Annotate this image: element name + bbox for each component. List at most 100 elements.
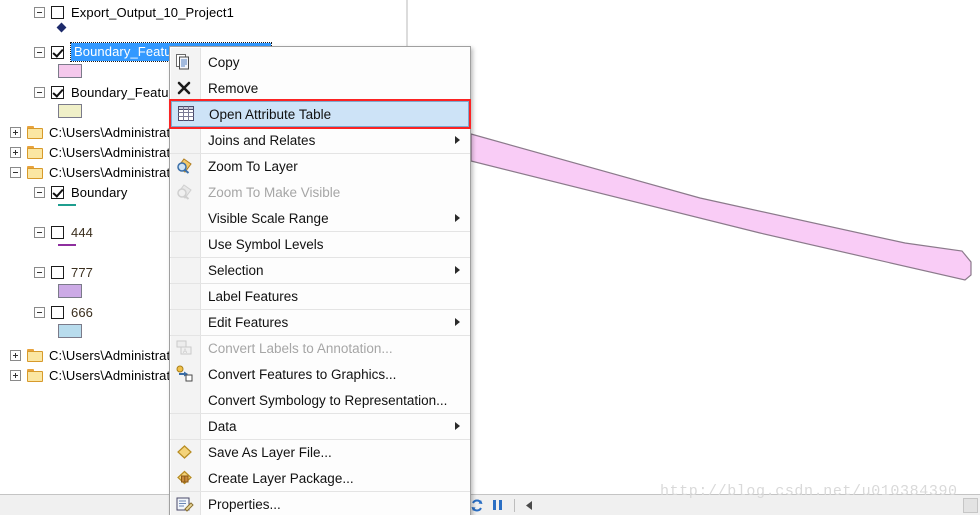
layer-package-icon bbox=[175, 469, 195, 487]
menu-item-label: Remove bbox=[208, 80, 259, 96]
collapse-icon[interactable] bbox=[34, 226, 45, 238]
toc-row-layer-444[interactable]: 444 bbox=[0, 222, 93, 242]
menu-item-remove[interactable]: Remove bbox=[170, 75, 470, 101]
menu-item-convert-features-to-graphics[interactable]: Convert Features to Graphics... bbox=[170, 361, 470, 387]
toc-row-folder-2[interactable]: C:\Users\Administrat bbox=[0, 142, 170, 162]
collapse-icon[interactable] bbox=[34, 306, 45, 318]
menu-item-label: Data bbox=[208, 418, 237, 434]
layer-visibility-checkbox[interactable] bbox=[51, 265, 64, 279]
toc-row-label[interactable]: 666 bbox=[71, 305, 93, 320]
menu-item-visible-scale-range[interactable]: Visible Scale Range bbox=[170, 205, 470, 231]
folder-icon bbox=[27, 368, 43, 382]
menu-item-create-layer-package[interactable]: Create Layer Package... bbox=[170, 465, 470, 491]
menu-item-save-as-layer-file[interactable]: Save As Layer File... bbox=[170, 439, 470, 465]
zoom-to-layer-icon bbox=[175, 157, 195, 175]
menu-item-zoom-to-layer[interactable]: Zoom To Layer bbox=[170, 153, 470, 179]
menu-item-data[interactable]: Data bbox=[170, 413, 470, 439]
menu-item-label: Zoom To Make Visible bbox=[208, 184, 341, 200]
menu-item-label-features[interactable]: Label Features bbox=[170, 283, 470, 309]
submenu-arrow-icon bbox=[455, 422, 460, 430]
layer-visibility-checkbox[interactable] bbox=[51, 5, 64, 19]
collapse-icon[interactable] bbox=[10, 166, 21, 178]
toc-row-boundary-feature2[interactable]: Boundary_Feature bbox=[0, 82, 180, 102]
menu-item-list[interactable]: Copy Remove Open Attribute Table Joins and … bbox=[169, 49, 471, 515]
toc-row-layer-777[interactable]: 777 bbox=[0, 262, 93, 282]
layer-symbol-swatch[interactable] bbox=[58, 244, 76, 246]
expand-icon[interactable] bbox=[10, 146, 21, 158]
collapse-icon[interactable] bbox=[34, 6, 45, 18]
menu-item-label: Save As Layer File... bbox=[208, 444, 332, 460]
toc-row-label[interactable]: Boundary_Feature bbox=[71, 85, 180, 100]
menu-item-copy[interactable]: Copy bbox=[170, 49, 470, 75]
submenu-arrow-icon bbox=[455, 214, 460, 222]
menu-item-label: Selection bbox=[208, 262, 264, 278]
menu-item-label: Edit Features bbox=[208, 314, 289, 330]
layer-visibility-checkbox[interactable] bbox=[51, 185, 64, 199]
menu-item-open-attribute-table[interactable]: Open Attribute Table bbox=[169, 99, 471, 129]
table-icon bbox=[177, 105, 197, 123]
layer-visibility-checkbox[interactable] bbox=[51, 305, 64, 319]
toc-row-layer-666[interactable]: 666 bbox=[0, 302, 93, 322]
layer-context-menu[interactable]: Copy Remove Open Attribute Table Joins and … bbox=[169, 46, 471, 515]
toc-row-boundary[interactable]: Boundary bbox=[0, 182, 127, 202]
toc-row-label[interactable]: C:\Users\Administrat bbox=[49, 125, 170, 140]
toc-row-folder-5[interactable]: C:\Users\Administrat bbox=[0, 365, 170, 385]
folder-icon bbox=[27, 165, 43, 179]
toc-row-label[interactable]: Boundary bbox=[71, 185, 127, 200]
toolbar-divider-2 bbox=[514, 498, 515, 512]
zoom-make-visible-icon bbox=[175, 183, 195, 201]
scroll-left-button[interactable] bbox=[520, 496, 539, 514]
toc-row-folder-4[interactable]: C:\Users\Administrat bbox=[0, 345, 170, 365]
menu-item-label: Label Features bbox=[208, 288, 299, 304]
layer-visibility-checkbox[interactable] bbox=[51, 225, 64, 239]
watermark-text: http://blog.csdn.net/u010384390 bbox=[660, 483, 958, 500]
expand-icon[interactable] bbox=[10, 349, 21, 361]
menu-item-selection[interactable]: Selection bbox=[170, 257, 470, 283]
collapse-icon[interactable] bbox=[34, 46, 45, 58]
svg-text:A: A bbox=[183, 349, 187, 355]
layer-visibility-checkbox[interactable] bbox=[51, 85, 64, 99]
copy-icon bbox=[175, 53, 195, 71]
toc-row-label[interactable]: C:\Users\Administrat bbox=[49, 165, 170, 180]
layer-symbol-swatch[interactable] bbox=[56, 22, 67, 33]
menu-item-label: Properties... bbox=[208, 496, 281, 512]
menu-item-properties[interactable]: Properties... bbox=[170, 491, 470, 515]
layer-file-icon bbox=[175, 443, 195, 461]
layer-symbol-swatch[interactable] bbox=[58, 284, 82, 298]
toc-row-label[interactable]: 444 bbox=[71, 225, 93, 240]
remove-x-icon bbox=[175, 79, 195, 97]
collapse-icon[interactable] bbox=[34, 266, 45, 278]
expand-icon[interactable] bbox=[10, 126, 21, 138]
convert-labels-icon: A bbox=[175, 339, 195, 357]
collapse-icon[interactable] bbox=[34, 86, 45, 98]
submenu-arrow-icon bbox=[455, 318, 460, 326]
toc-row-label[interactable]: C:\Users\Administrat bbox=[49, 348, 170, 363]
menu-item-joins-and-relates[interactable]: Joins and Relates bbox=[170, 127, 470, 153]
collapse-icon[interactable] bbox=[34, 186, 45, 198]
menu-item-convert-symbology-to-representation[interactable]: Convert Symbology to Representation... bbox=[170, 387, 470, 413]
layer-visibility-checkbox[interactable] bbox=[51, 45, 64, 59]
menu-item-label: Zoom To Layer bbox=[208, 158, 298, 174]
folder-icon bbox=[27, 125, 43, 139]
toc-row-label[interactable]: C:\Users\Administrat bbox=[49, 368, 170, 383]
toc-row-label[interactable]: C:\Users\Administrat bbox=[49, 145, 170, 160]
toc-row-folder-3[interactable]: C:\Users\Administrat bbox=[0, 162, 170, 182]
folder-icon bbox=[27, 348, 43, 362]
menu-item-edit-features[interactable]: Edit Features bbox=[170, 309, 470, 335]
expand-icon[interactable] bbox=[10, 369, 21, 381]
layer-symbol-swatch[interactable] bbox=[58, 104, 82, 118]
submenu-arrow-icon bbox=[455, 266, 460, 274]
resize-grip[interactable] bbox=[963, 498, 978, 513]
toc-row-label[interactable]: Export_Output_10_Project1 bbox=[71, 5, 234, 20]
layer-symbol-swatch[interactable] bbox=[58, 204, 76, 206]
toc-row-export-output[interactable]: Export_Output_10_Project1 bbox=[0, 2, 234, 22]
arcmap-window: Export_Output_10_Project1 Boundary_Featur… bbox=[0, 0, 980, 515]
pause-drawing-button[interactable] bbox=[488, 496, 507, 514]
menu-item-use-symbol-levels[interactable]: Use Symbol Levels bbox=[170, 231, 470, 257]
folder-icon bbox=[27, 145, 43, 159]
menu-item-label: Visible Scale Range bbox=[208, 210, 329, 226]
layer-symbol-swatch[interactable] bbox=[58, 324, 82, 338]
layer-symbol-swatch[interactable] bbox=[58, 64, 82, 78]
toc-row-label[interactable]: 777 bbox=[71, 265, 93, 280]
toc-row-folder-1[interactable]: C:\Users\Administrat bbox=[0, 122, 170, 142]
